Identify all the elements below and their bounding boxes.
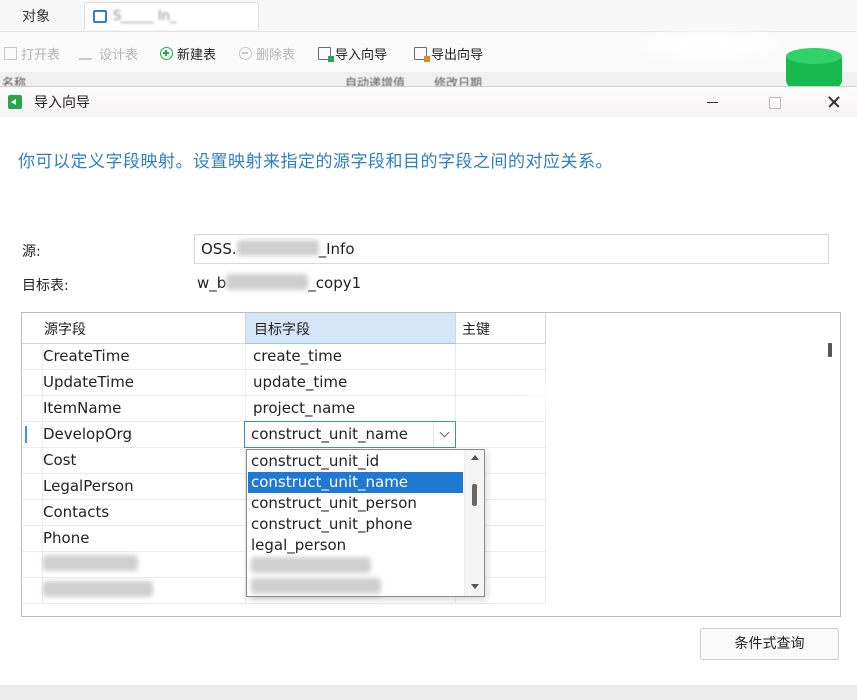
source-field-cell[interactable]: Contacts [43, 500, 246, 526]
row-marker[interactable] [22, 396, 43, 422]
column-header-primary-key[interactable]: 主键 [456, 313, 546, 344]
design-table-icon [78, 47, 99, 60]
object-toolbar: 打开表 设计表 新建表 删除表 导入向导 导出向导 [0, 32, 857, 72]
import-wizard-icon [318, 47, 334, 62]
maximize-button[interactable] [751, 87, 797, 117]
row-marker[interactable] [22, 552, 43, 578]
source-field-cell[interactable]: LegalPerson [43, 474, 246, 500]
row-marker[interactable] [22, 370, 43, 396]
open-table-button[interactable]: 打开表 [4, 44, 60, 63]
field-mapping-grid: 源字段 目标字段 主键 CreateTime create_time Updat… [21, 312, 841, 617]
open-table-icon [4, 47, 17, 60]
source-value: OSS. _Info [201, 240, 355, 258]
import-wizard-icon [8, 95, 22, 109]
source-field-cell[interactable] [43, 578, 246, 604]
current-row-marker[interactable] [22, 422, 43, 448]
row-marker[interactable] [22, 448, 43, 474]
open-table-label: 打开表 [21, 48, 61, 63]
column-header-modified-date[interactable]: 修改日期 [434, 74, 482, 86]
primary-key-cell[interactable] [456, 370, 546, 396]
dropdown-option[interactable] [248, 556, 463, 577]
dropdown-option[interactable]: construct_unit_person [248, 493, 463, 514]
dropdown-option[interactable]: construct_unit_id [248, 451, 463, 472]
row-marker[interactable] [22, 344, 43, 370]
source-field-cell[interactable]: UpdateTime [43, 370, 246, 396]
design-table-label: 设计表 [99, 48, 139, 63]
scroll-up-icon[interactable] [465, 450, 484, 466]
document-tab-title: S_____ In_ [113, 9, 177, 24]
new-table-label: 新建表 [177, 48, 217, 63]
scroll-down-icon[interactable] [465, 580, 484, 596]
export-wizard-icon [414, 47, 430, 62]
source-field-cell[interactable]: ItemName [43, 396, 246, 422]
redacted-text [251, 557, 371, 573]
delete-table-icon [239, 47, 252, 60]
source-field-cell[interactable] [43, 552, 246, 578]
combo-selected-value: construct_unit_name [251, 425, 409, 443]
redacted-text [43, 581, 153, 597]
redacted-text [251, 578, 381, 594]
target-value: w_b _copy1 [197, 274, 362, 292]
dropdown-scrollbar[interactable] [464, 450, 484, 596]
target-label: 目标表: [22, 278, 69, 294]
delete-table-button[interactable]: 删除表 [239, 44, 295, 63]
import-wizard-dialog: 导入向导 你可以定义字段映射。设置映射来指定的源字段和目的字段之间的对应关系。 … [0, 86, 857, 700]
source-field-cell[interactable]: Cost [43, 448, 246, 474]
import-wizard-button[interactable]: 导入向导 [318, 44, 387, 63]
export-wizard-label: 导出向导 [431, 48, 484, 63]
instruction-text: 你可以定义字段映射。设置映射来指定的源字段和目的字段之间的对应关系。 [18, 152, 613, 172]
redacted-text [226, 274, 309, 290]
primary-key-cell[interactable] [456, 396, 546, 422]
column-header-source-field[interactable]: 源字段 [22, 313, 246, 344]
source-field[interactable]: OSS. _Info [194, 234, 829, 264]
export-wizard-button[interactable]: 导出向导 [414, 44, 483, 63]
object-tab[interactable]: 对象 [22, 6, 50, 26]
scroll-thumb[interactable] [472, 484, 477, 506]
row-marker[interactable] [22, 474, 43, 500]
close-button[interactable] [811, 87, 857, 117]
design-table-button[interactable]: 设计表 [78, 44, 139, 63]
dropdown-option-selected[interactable]: construct_unit_name [248, 472, 463, 493]
minimize-button[interactable] [690, 87, 736, 117]
import-wizard-label: 导入向导 [335, 48, 388, 63]
target-field-cell[interactable]: project_name [246, 396, 456, 422]
delete-table-label: 删除表 [256, 48, 296, 63]
redacted-text [43, 555, 138, 571]
database-icon [786, 46, 842, 88]
target-field-dropdown: construct_unit_id construct_unit_name co… [246, 449, 485, 597]
new-table-button[interactable]: 新建表 [160, 44, 216, 63]
object-list-header: 名称 自动递增值 修改日期 [0, 72, 857, 86]
target-field-combo[interactable]: construct_unit_name [244, 421, 456, 448]
source-label: 源: [22, 244, 41, 260]
dialog-footer [0, 685, 857, 700]
table-icon [93, 10, 107, 23]
grid-scrollbar[interactable] [828, 343, 832, 357]
primary-key-cell[interactable] [456, 344, 546, 370]
row-marker[interactable] [22, 526, 43, 552]
source-field-cell[interactable]: CreateTime [43, 344, 246, 370]
column-header-name[interactable]: 名称 [2, 74, 26, 86]
chevron-down-icon[interactable] [433, 422, 455, 447]
target-field-cell[interactable]: update_time [246, 370, 456, 396]
target-field-cell[interactable]: create_time [246, 344, 456, 370]
column-header-auto-increment[interactable]: 自动递增值 [345, 74, 405, 86]
object-tab-bar: 对象 S_____ In_ [0, 0, 857, 32]
row-marker[interactable] [22, 578, 43, 604]
dialog-title: 导入向导 [34, 95, 90, 111]
conditional-query-button[interactable]: 条件式查询 [700, 628, 839, 660]
document-tab[interactable]: S_____ In_ [84, 2, 259, 30]
dropdown-option[interactable]: legal_person [248, 535, 463, 556]
source-field-cell[interactable]: DevelopOrg [43, 422, 246, 448]
primary-key-cell[interactable] [456, 422, 546, 448]
source-field-cell[interactable]: Phone [43, 526, 246, 552]
new-table-icon [160, 47, 173, 60]
dropdown-option[interactable]: construct_unit_phone [248, 514, 463, 535]
dropdown-option[interactable] [248, 577, 463, 596]
redacted-text [236, 240, 319, 256]
column-header-target-field[interactable]: 目标字段 [246, 313, 456, 344]
dialog-titlebar[interactable]: 导入向导 [0, 87, 857, 117]
row-marker[interactable] [22, 500, 43, 526]
